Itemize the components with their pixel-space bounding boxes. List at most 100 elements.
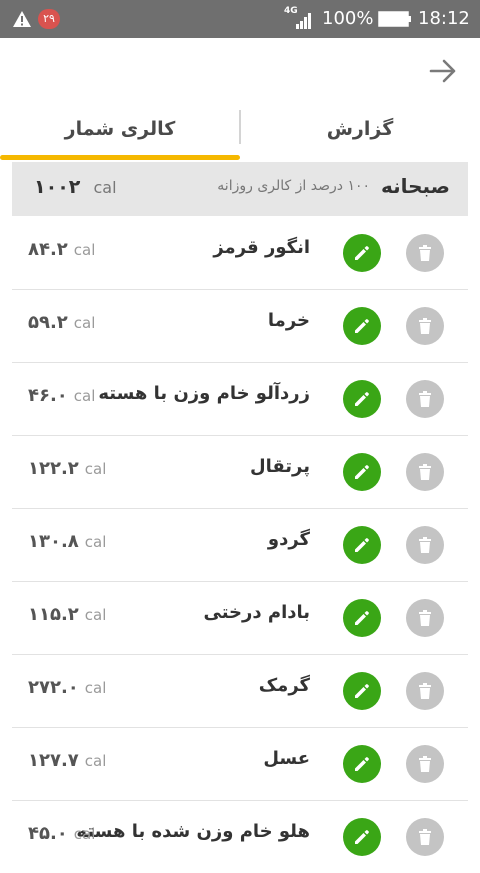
edit-button[interactable] xyxy=(343,599,381,637)
notification-badge: ۲۹ xyxy=(38,9,60,29)
meal-percent: ۱۰۰ درصد از کالری روزانه xyxy=(217,178,370,194)
calorie-value: ۸۴.۲ xyxy=(28,239,68,260)
calorie-value: ۲۷۲.۰ xyxy=(28,677,79,698)
calorie-unit: cal xyxy=(84,606,107,624)
food-calories: ۱۳۰.۸ cal xyxy=(28,531,106,552)
edit-button[interactable] xyxy=(343,818,381,856)
pencil-icon xyxy=(355,319,369,333)
meal-title: صبحانه xyxy=(380,174,450,198)
delete-button[interactable] xyxy=(406,234,444,272)
food-row: پرتقال ۱۲۲.۲ cal xyxy=(12,436,468,509)
calorie-value: ۱۲۲.۲ xyxy=(28,458,79,479)
food-calories: ۲۷۲.۰ cal xyxy=(28,677,106,698)
calorie-unit: cal xyxy=(73,825,96,843)
calorie-unit: cal xyxy=(84,752,107,770)
edit-button[interactable] xyxy=(343,453,381,491)
calorie-value: ۵۹.۲ xyxy=(28,312,68,333)
tab-bar: گزارش کالری شمار xyxy=(0,108,480,160)
food-row: گرمک ۲۷۲.۰ cal xyxy=(12,655,468,728)
pencil-icon xyxy=(355,757,369,771)
food-calories: ۱۲۲.۲ cal xyxy=(28,458,106,479)
calorie-value: ۱۳۰.۸ xyxy=(28,531,79,552)
battery-percent: 100% xyxy=(322,8,374,29)
edit-button[interactable] xyxy=(343,380,381,418)
food-row: خرما ۵۹.۲ cal xyxy=(12,290,468,363)
pencil-icon xyxy=(355,538,369,552)
clock: 18:12 xyxy=(418,8,470,29)
active-tab-indicator xyxy=(0,155,240,160)
delete-button[interactable] xyxy=(406,745,444,783)
pencil-icon xyxy=(355,392,369,406)
food-name: پرتقال xyxy=(249,456,310,477)
food-calories: ۱۱۵.۲ cal xyxy=(28,604,106,625)
food-name: انگور قرمز xyxy=(213,237,310,258)
delete-button[interactable] xyxy=(406,380,444,418)
trash-icon xyxy=(419,683,431,699)
tab-report[interactable]: گزارش xyxy=(240,108,480,150)
arrow-right-icon[interactable] xyxy=(428,56,458,86)
trash-icon xyxy=(419,464,431,480)
calorie-unit: cal xyxy=(73,387,96,405)
food-name: گردو xyxy=(267,529,310,550)
calorie-value: ۱۲۷.۷ xyxy=(28,750,79,771)
meal-total-value: ۱۰۰۲ xyxy=(34,176,81,198)
trash-icon xyxy=(419,391,431,407)
food-row: هلو خام وزن شده با هسته ۴۵.۰ cal xyxy=(12,801,468,873)
food-list: انگور قرمز ۸۴.۲ cal خرما ۵۹.۲ cal زردآلو خام و… xyxy=(12,217,468,873)
food-name: زردآلو خام وزن با هسته xyxy=(98,383,310,404)
edit-button[interactable] xyxy=(343,526,381,564)
food-name: خرما xyxy=(267,310,310,331)
food-name: گرمک xyxy=(258,675,310,696)
trash-icon xyxy=(419,756,431,772)
edit-button[interactable] xyxy=(343,672,381,710)
food-name: هلو خام وزن شده با هسته xyxy=(76,821,310,842)
signal-icon xyxy=(296,13,311,29)
calorie-value: ۴۵.۰ xyxy=(28,823,68,844)
pencil-icon xyxy=(355,611,369,625)
food-calories: ۵۹.۲ cal xyxy=(28,312,95,333)
calorie-unit: cal xyxy=(84,460,107,478)
food-name: عسل xyxy=(263,748,310,769)
trash-icon xyxy=(419,318,431,334)
food-calories: ۴۵.۰ cal xyxy=(28,823,95,844)
trash-icon xyxy=(419,610,431,626)
calorie-unit: cal xyxy=(73,314,96,332)
edit-button[interactable] xyxy=(343,745,381,783)
pencil-icon xyxy=(355,465,369,479)
pencil-icon xyxy=(355,246,369,260)
status-bar: ۲۹ 4G 100% 18:12 xyxy=(0,0,480,38)
pencil-icon xyxy=(355,830,369,844)
edit-button[interactable] xyxy=(343,307,381,345)
food-calories: ۴۶.۰ cal xyxy=(28,385,95,406)
edit-button[interactable] xyxy=(343,234,381,272)
food-calories: ۱۲۷.۷ cal xyxy=(28,750,106,771)
calorie-unit: cal xyxy=(84,533,107,551)
battery-icon xyxy=(378,11,411,27)
food-calories: ۸۴.۲ cal xyxy=(28,239,95,260)
delete-button[interactable] xyxy=(406,307,444,345)
meal-total: ۱۰۰۲ cal xyxy=(34,176,117,198)
food-row: انگور قرمز ۸۴.۲ cal xyxy=(12,217,468,290)
calorie-unit: cal xyxy=(84,679,107,697)
food-row: بادام درختی ۱۱۵.۲ cal xyxy=(12,582,468,655)
calorie-value: ۴۶.۰ xyxy=(28,385,68,406)
calorie-value: ۱۱۵.۲ xyxy=(28,604,79,625)
pencil-icon xyxy=(355,684,369,698)
tab-calorie-counter[interactable]: کالری شمار xyxy=(0,108,240,150)
delete-button[interactable] xyxy=(406,599,444,637)
food-name: بادام درختی xyxy=(203,602,310,623)
delete-button[interactable] xyxy=(406,526,444,564)
trash-icon xyxy=(419,537,431,553)
calorie-unit: cal xyxy=(73,241,96,259)
meal-section-header: صبحانه ۱۰۰ درصد از کالری روزانه ۱۰۰۲ cal xyxy=(12,162,468,216)
food-row: زردآلو خام وزن با هسته ۴۶.۰ cal xyxy=(12,363,468,436)
delete-button[interactable] xyxy=(406,818,444,856)
meal-total-unit: cal xyxy=(93,178,117,197)
trash-icon xyxy=(419,245,431,261)
trash-icon xyxy=(419,829,431,845)
delete-button[interactable] xyxy=(406,453,444,491)
food-row: گردو ۱۳۰.۸ cal xyxy=(12,509,468,582)
food-row: عسل ۱۲۷.۷ cal xyxy=(12,728,468,801)
delete-button[interactable] xyxy=(406,672,444,710)
warning-icon xyxy=(13,11,31,27)
